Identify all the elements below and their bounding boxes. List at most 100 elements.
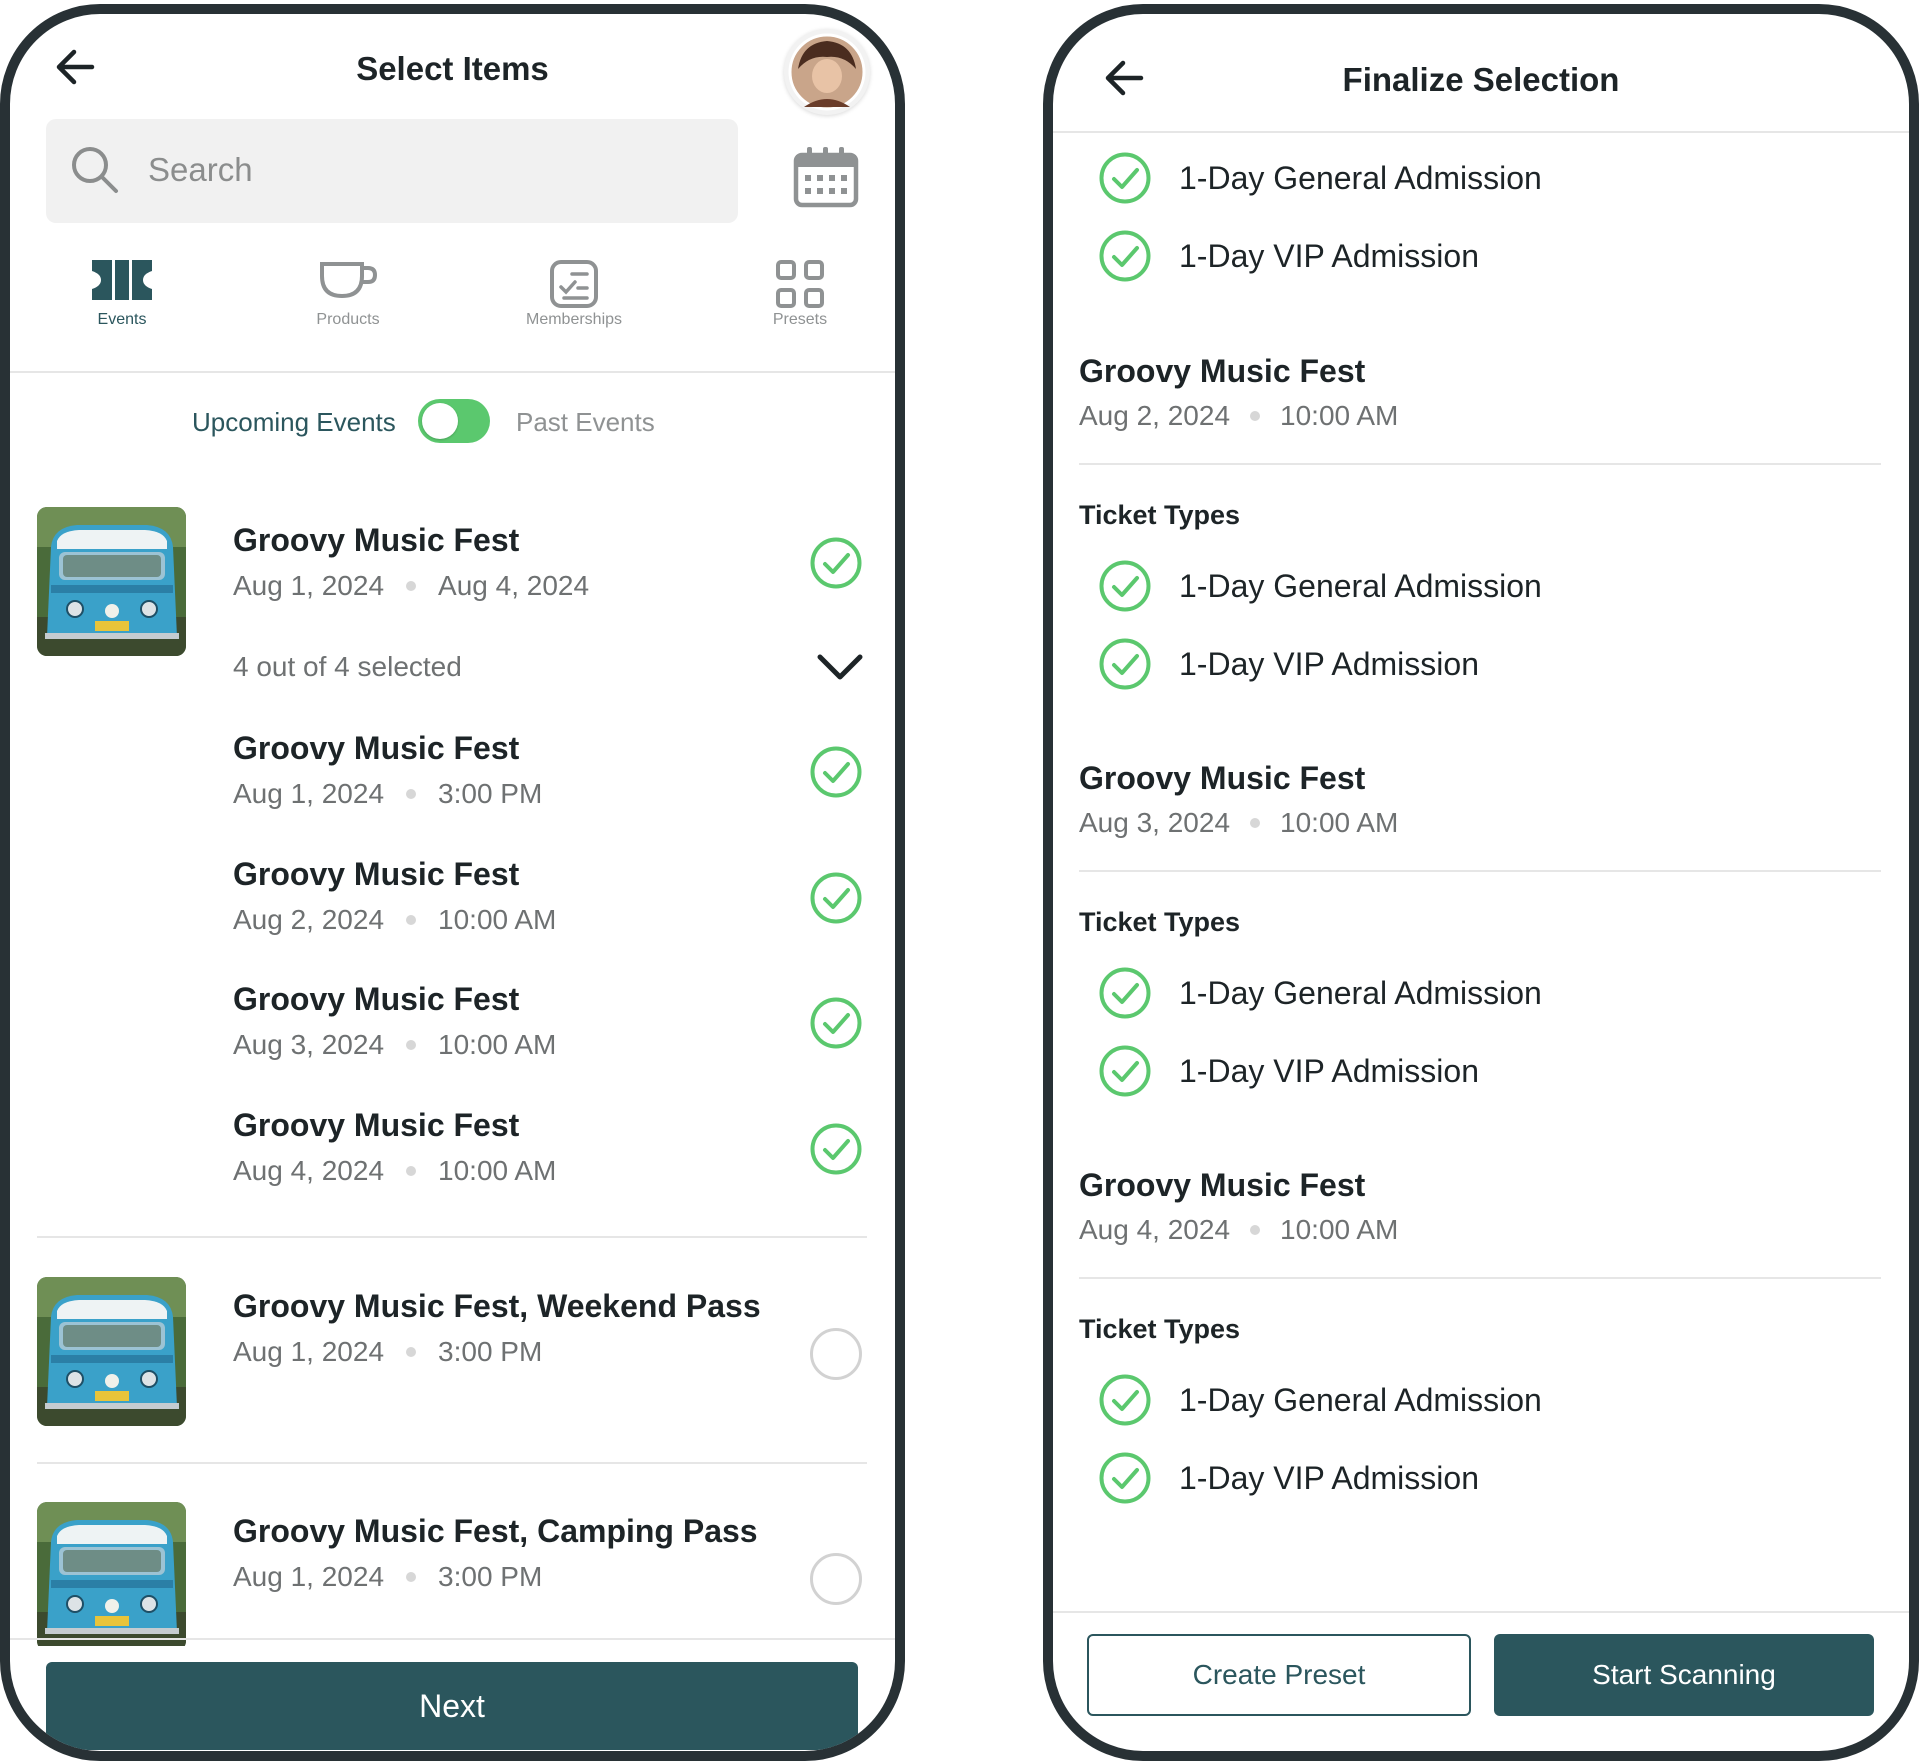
page-title: Select Items — [356, 50, 549, 87]
header-divider — [1053, 131, 1909, 133]
search-icon — [72, 147, 118, 193]
ticket-type-row[interactable]: 1-Day VIP Admission — [1099, 1449, 1799, 1509]
session-meta: Aug 4, 2024 10:00 AM — [233, 1155, 556, 1187]
list-item[interactable]: Groovy Music Fest, Camping Pass Aug 1, 2… — [10, 1498, 895, 1646]
section-event-meta: Aug 4, 2024 10:00 AM — [1079, 1214, 1398, 1246]
ticket-type-row[interactable]: 1-Day General Admission — [1099, 964, 1799, 1024]
ticket-type-label: 1-Day General Admission — [1179, 975, 1542, 1011]
section-date: Aug 3, 2024 — [1079, 807, 1231, 838]
event-meta: Aug 1, 2024 3:00 PM — [233, 1336, 542, 1368]
check-circle-icon — [1099, 638, 1151, 690]
event-meta: Aug 1, 2024 3:00 PM — [233, 1561, 542, 1593]
check-circle-icon — [1099, 152, 1151, 204]
ticket-types-heading: Ticket Types — [1079, 1314, 1241, 1344]
separator-dot — [406, 1571, 417, 1582]
session-row[interactable]: Groovy Music Fest Aug 4, 2024 10:00 AM — [10, 1107, 895, 1233]
ticket-type-label: 1-Day VIP Admission — [1179, 238, 1479, 274]
event-time: 3:00 PM — [438, 1336, 543, 1367]
event-thumbnail-bus-image — [37, 1502, 186, 1646]
event-date: Aug 1, 2024 — [233, 1561, 385, 1592]
tab-presets-label: Presets — [772, 311, 828, 328]
ticket-types-heading: Ticket Types — [1079, 500, 1241, 530]
check-circle-icon — [1099, 1452, 1151, 1504]
event-date: Aug 1, 2024 — [233, 1336, 385, 1367]
session-date: Aug 1, 2024 — [233, 778, 385, 809]
tab-memberships[interactable]: Memberships — [499, 260, 649, 329]
session-row[interactable]: Groovy Music Fest Aug 2, 2024 10:00 AM — [10, 856, 895, 982]
avatar-photo-icon — [788, 33, 866, 111]
session-row[interactable]: Groovy Music Fest Aug 3, 2024 10:00 AM — [10, 981, 895, 1107]
event-thumbnail-bus-image — [37, 507, 186, 656]
ticket-type-label: 1-Day General Admission — [1179, 568, 1542, 604]
section-date: Aug 4, 2024 — [1079, 1214, 1231, 1245]
separator-dot — [406, 788, 417, 799]
start-scanning-button[interactable]: Start Scanning — [1494, 1634, 1874, 1716]
section-event-title: Groovy Music Fest — [1079, 353, 1366, 389]
chevron-down-icon[interactable] — [816, 651, 864, 683]
unselected-radio[interactable] — [810, 1553, 862, 1605]
session-date: Aug 2, 2024 — [233, 904, 385, 935]
session-time: 3:00 PM — [438, 778, 543, 809]
search-input[interactable]: Search — [46, 119, 738, 223]
session-meta: Aug 3, 2024 10:00 AM — [233, 1029, 556, 1061]
create-preset-button[interactable]: Create Preset — [1087, 1634, 1471, 1716]
check-circle-icon[interactable] — [810, 1123, 862, 1175]
avatar[interactable] — [784, 29, 870, 115]
ticket-type-row[interactable]: 1-Day VIP Admission — [1099, 227, 1799, 287]
session-date: Aug 4, 2024 — [233, 1155, 385, 1186]
session-title: Groovy Music Fest — [233, 730, 520, 766]
tab-presets[interactable]: Presets — [725, 260, 875, 329]
session-title: Groovy Music Fest — [233, 1107, 520, 1143]
list-item[interactable]: Groovy Music Fest, Weekend Pass Aug 1, 2… — [10, 1273, 895, 1433]
section-date: Aug 2, 2024 — [1079, 400, 1231, 431]
group-event-dates: Aug 1, 2024 Aug 4, 2024 — [233, 570, 589, 602]
check-circle-icon — [1099, 1374, 1151, 1426]
ticket-type-row[interactable]: 1-Day VIP Admission — [1099, 1042, 1799, 1102]
separator-dot — [1250, 410, 1261, 421]
group-event-title: Groovy Music Fest — [233, 522, 520, 558]
section-time: 10:00 AM — [1280, 1214, 1399, 1245]
event-thumbnail-bus-image — [37, 1277, 186, 1426]
session-date: Aug 3, 2024 — [233, 1029, 385, 1060]
ticket-type-row[interactable]: 1-Day VIP Admission — [1099, 635, 1799, 695]
upcoming-events-label[interactable]: Upcoming Events — [192, 407, 396, 438]
ticket-icon — [92, 260, 152, 300]
ticket-type-label: 1-Day VIP Admission — [1179, 1053, 1479, 1089]
check-circle-icon — [1099, 967, 1151, 1019]
check-circle-icon[interactable] — [810, 872, 862, 924]
check-circle-icon[interactable] — [810, 537, 862, 589]
session-row[interactable]: Groovy Music Fest Aug 1, 2024 3:00 PM — [10, 730, 895, 856]
check-circle-icon — [1099, 560, 1151, 612]
check-circle-icon[interactable] — [810, 746, 862, 798]
ticket-type-row[interactable]: 1-Day General Admission — [1099, 557, 1799, 617]
tab-events[interactable]: Events — [47, 260, 197, 329]
check-circle-icon[interactable] — [810, 997, 862, 1049]
ticket-type-row[interactable]: 1-Day General Admission — [1099, 149, 1799, 209]
check-circle-icon — [1099, 1045, 1151, 1097]
session-time: 10:00 AM — [438, 1155, 557, 1186]
separator-dot — [406, 914, 417, 925]
check-circle-icon — [1099, 230, 1151, 282]
list-divider — [37, 1462, 867, 1464]
ticket-type-label: 1-Day General Admission — [1179, 160, 1542, 196]
tab-products[interactable]: Products — [273, 260, 423, 329]
ticket-type-label: 1-Day VIP Admission — [1179, 1460, 1479, 1496]
switch-knob — [422, 403, 458, 439]
upcoming-past-switch[interactable] — [418, 399, 490, 443]
section-time: 10:00 AM — [1280, 807, 1399, 838]
tab-products-label: Products — [316, 311, 380, 328]
separator-dot — [1250, 1224, 1261, 1235]
page-title: Finalize Selection — [1342, 61, 1620, 98]
unselected-radio[interactable] — [810, 1328, 862, 1380]
session-time: 10:00 AM — [438, 904, 557, 935]
event-title: Groovy Music Fest, Camping Pass — [233, 1513, 758, 1549]
section-divider — [1079, 1277, 1881, 1279]
separator-dot — [406, 1039, 417, 1050]
calendar-icon[interactable] — [793, 146, 859, 208]
ticket-type-row[interactable]: 1-Day General Admission — [1099, 1371, 1799, 1431]
past-events-label[interactable]: Past Events — [516, 407, 655, 438]
separator-dot — [406, 580, 417, 591]
next-button[interactable]: Next — [46, 1662, 858, 1750]
event-title: Groovy Music Fest, Weekend Pass — [233, 1288, 761, 1324]
group-end-date: Aug 4, 2024 — [438, 570, 590, 601]
